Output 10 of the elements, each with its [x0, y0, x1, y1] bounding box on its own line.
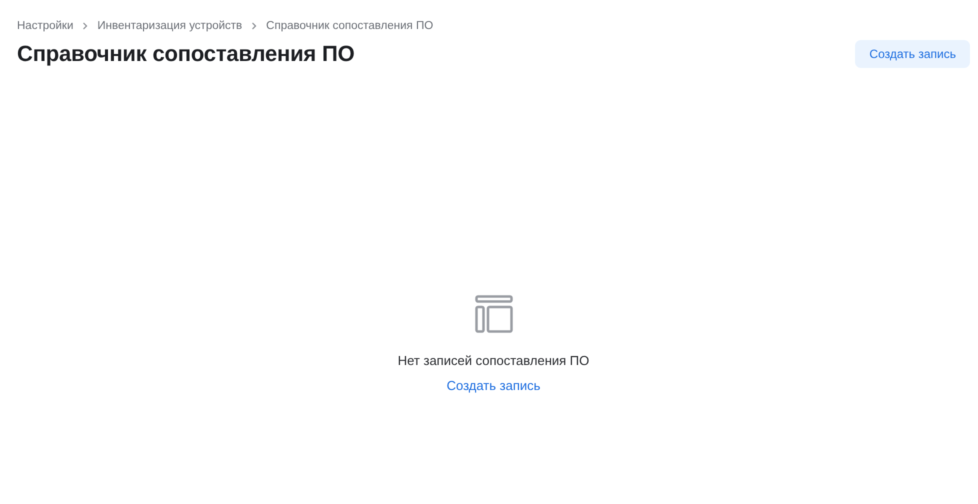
breadcrumb-link[interactable]: Настройки: [17, 20, 74, 32]
create-link[interactable]: Создать запись: [446, 378, 540, 393]
page-title: Справочник сопоставления ПО: [17, 41, 354, 67]
breadcrumb-link[interactable]: Справочник сопоставления ПО: [266, 20, 434, 32]
layout-icon: [474, 295, 512, 333]
create-button[interactable]: Создать запись: [855, 40, 970, 68]
breadcrumb-link[interactable]: Инвентаризация устройств: [97, 20, 242, 32]
chevron-icon: [250, 22, 258, 30]
empty-message: Нет записей сопоставления ПО: [398, 353, 590, 368]
chevron-icon: [81, 22, 90, 30]
